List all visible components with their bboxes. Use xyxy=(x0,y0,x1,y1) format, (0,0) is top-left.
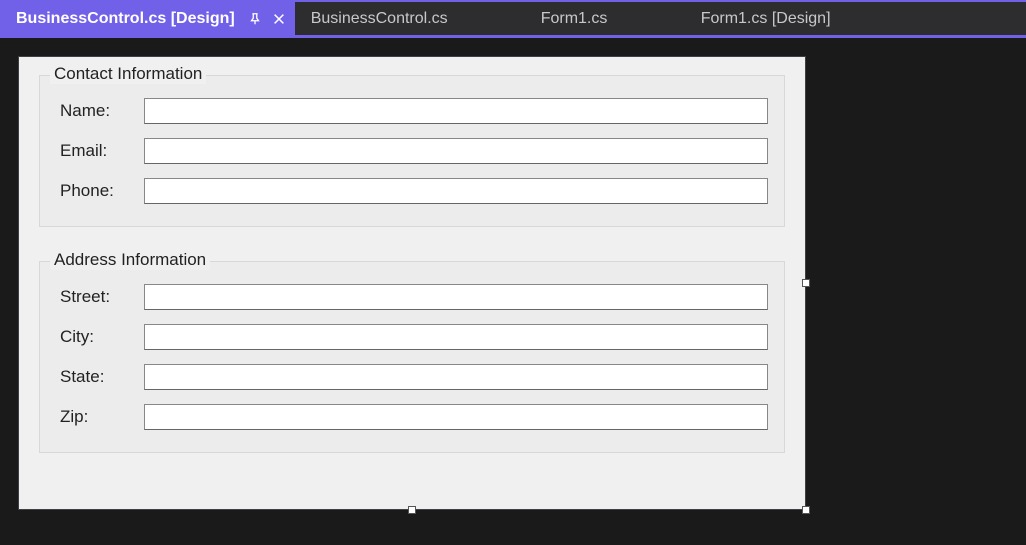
tab-form1-design[interactable]: Form1.cs [Design] xyxy=(685,2,885,35)
state-input[interactable] xyxy=(144,364,768,390)
state-row: State: xyxy=(56,364,768,390)
state-label: State: xyxy=(56,367,144,387)
groupbox-title: Address Information xyxy=(50,250,210,270)
zip-row: Zip: xyxy=(56,404,768,430)
design-surface: Contact Information Name: Email: Phone: … xyxy=(0,38,1026,510)
email-input[interactable] xyxy=(144,138,768,164)
street-row: Street: xyxy=(56,284,768,310)
tab-business-control-cs[interactable]: BusinessControl.cs xyxy=(295,2,525,35)
pin-icon[interactable] xyxy=(247,11,263,27)
tab-form1-cs[interactable]: Form1.cs xyxy=(525,2,685,35)
tab-label: BusinessControl.cs xyxy=(311,10,448,28)
groupbox-title: Contact Information xyxy=(50,64,206,84)
close-icon[interactable] xyxy=(271,11,287,27)
address-information-group[interactable]: Address Information Street: City: State:… xyxy=(39,261,785,453)
phone-row: Phone: xyxy=(56,178,768,204)
resize-handle-right[interactable] xyxy=(802,279,810,287)
contact-information-group[interactable]: Contact Information Name: Email: Phone: xyxy=(39,75,785,227)
phone-input[interactable] xyxy=(144,178,768,204)
name-input[interactable] xyxy=(144,98,768,124)
tab-label: Form1.cs [Design] xyxy=(701,10,831,28)
city-label: City: xyxy=(56,327,144,347)
name-row: Name: xyxy=(56,98,768,124)
zip-label: Zip: xyxy=(56,407,144,427)
tab-strip: BusinessControl.cs [Design] BusinessCont… xyxy=(0,0,1026,38)
zip-input[interactable] xyxy=(144,404,768,430)
email-label: Email: xyxy=(56,141,144,161)
resize-handle-bottom-right[interactable] xyxy=(802,506,810,514)
street-label: Street: xyxy=(56,287,144,307)
tab-label: BusinessControl.cs [Design] xyxy=(16,10,235,28)
name-label: Name: xyxy=(56,101,144,121)
city-input[interactable] xyxy=(144,324,768,350)
street-input[interactable] xyxy=(144,284,768,310)
phone-label: Phone: xyxy=(56,181,144,201)
tab-label: Form1.cs xyxy=(541,10,608,28)
tab-business-control-design[interactable]: BusinessControl.cs [Design] xyxy=(0,2,295,35)
email-row: Email: xyxy=(56,138,768,164)
resize-handle-bottom[interactable] xyxy=(408,506,416,514)
user-control-canvas[interactable]: Contact Information Name: Email: Phone: … xyxy=(18,56,806,510)
city-row: City: xyxy=(56,324,768,350)
